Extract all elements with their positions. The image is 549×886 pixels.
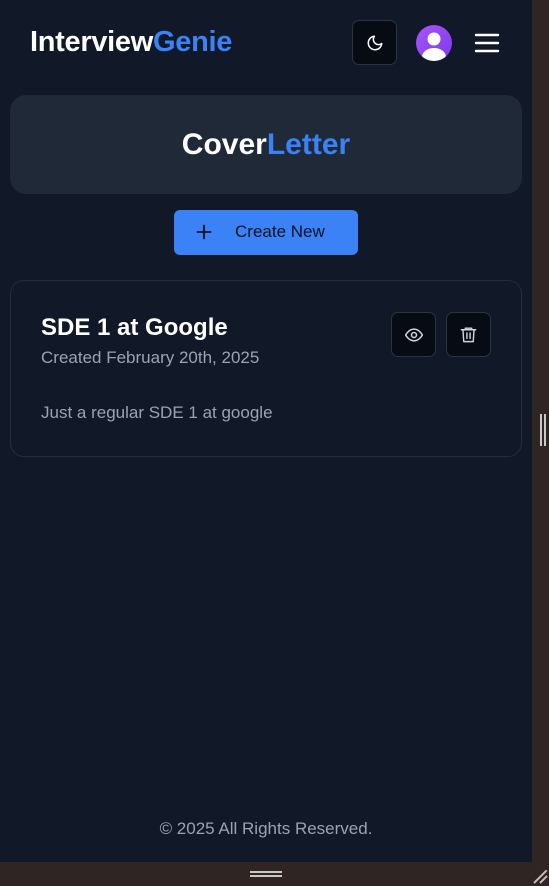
side-resize-handle[interactable] [540, 414, 546, 446]
bottom-resize-handle[interactable] [250, 870, 282, 878]
theme-toggle-button[interactable] [352, 20, 397, 65]
cover-letter-description: Just a regular SDE 1 at google [41, 403, 273, 422]
create-new-label: Create New [235, 222, 325, 241]
cover-letter-card[interactable]: SDE 1 at Google Created February 20th, 2… [10, 280, 522, 457]
logo-accent-text: Genie [153, 26, 233, 58]
page-title: CoverLetter [182, 128, 350, 162]
corner-resize-handle[interactable] [533, 868, 548, 884]
page-title-card: CoverLetter [10, 95, 522, 194]
menu-button[interactable] [472, 29, 502, 57]
view-button[interactable] [391, 312, 436, 357]
user-avatar-button[interactable] [416, 25, 452, 61]
page-title-primary: Cover [181, 127, 267, 161]
trash-icon [460, 327, 477, 343]
user-avatar-icon [422, 32, 446, 61]
plus-icon [196, 224, 212, 240]
cover-letter-title: SDE 1 at Google [41, 314, 228, 341]
moon-icon [367, 35, 382, 50]
cover-letter-date: Created February 20th, 2025 [41, 348, 260, 367]
create-new-button[interactable]: Create New [174, 210, 358, 255]
app-logo[interactable]: InterviewGenie [30, 26, 232, 59]
delete-button[interactable] [446, 312, 491, 357]
hamburger-menu-icon [474, 33, 500, 53]
logo-primary-text: Interview [30, 26, 154, 58]
top-nav: InterviewGenie [0, 0, 532, 86]
app-viewport: InterviewGenie CoverLetter Create New SD… [0, 0, 532, 862]
footer-copyright: © 2025 All Rights Reserved. [159, 819, 373, 838]
eye-icon [404, 327, 423, 342]
page-title-accent: Letter [266, 127, 351, 161]
